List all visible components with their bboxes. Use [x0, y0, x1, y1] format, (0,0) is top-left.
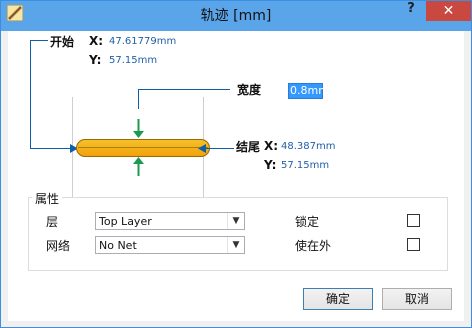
properties-group-title: 属性: [32, 190, 63, 207]
start-leader-vertical: [30, 40, 31, 149]
net-select[interactable]: No Net ▼: [95, 236, 245, 254]
end-y-value: 57.15mm: [281, 160, 330, 171]
start-leader-top: [30, 40, 48, 41]
layer-label: 层: [46, 215, 59, 229]
start-leader-bottom: [30, 148, 74, 149]
layer-select-value: Top Layer: [99, 215, 152, 228]
dialog-body: 开始 X: 47.61779mm Y: 57.15mm 宽度 0.8mm 结尾 …: [8, 31, 464, 321]
close-button[interactable]: ✕: [426, 1, 471, 21]
end-label: 结尾: [236, 140, 261, 154]
start-x-label: X:: [89, 34, 104, 48]
width-arrow-down-icon: [133, 119, 144, 138]
ok-button[interactable]: 确定: [303, 288, 373, 310]
start-label: 开始: [50, 35, 75, 49]
properties-group: [28, 197, 448, 271]
track-preview: [76, 139, 210, 157]
width-input[interactable]: 0.8mm: [288, 83, 329, 99]
width-arrow-up-icon: [133, 157, 144, 176]
net-label: 网络: [46, 239, 71, 253]
end-y-label: Y:: [264, 158, 277, 172]
title-bar[interactable]: 轨迹 [mm] ? ✕: [1, 1, 471, 31]
chevron-down-icon[interactable]: ▼: [227, 213, 244, 229]
start-y-label: Y:: [89, 53, 102, 67]
start-y-value: 57.15mm: [109, 55, 158, 66]
help-button[interactable]: ?: [404, 1, 418, 16]
track-centerline: [78, 147, 208, 148]
window-title: 轨迹 [mm]: [200, 8, 272, 24]
cancel-button[interactable]: 取消: [382, 288, 452, 310]
layer-select[interactable]: Top Layer ▼: [95, 212, 245, 230]
track-dialog: 轨迹 [mm] ? ✕ 开始 X: 47.61779mm Y: 57.15mm …: [0, 0, 472, 328]
locked-label: 锁定: [295, 215, 320, 229]
locked-checkbox[interactable]: [407, 214, 420, 227]
width-label: 宽度: [237, 83, 262, 97]
width-leader-horizontal: [138, 89, 230, 90]
chevron-down-icon[interactable]: ▼: [227, 237, 244, 253]
net-select-value: No Net: [99, 239, 137, 252]
end-x-value: 48.387mm: [281, 141, 336, 152]
end-leader: [204, 148, 234, 149]
keepout-label: 使在外: [295, 239, 332, 253]
end-x-label: X:: [264, 139, 279, 153]
width-leader-vertical: [138, 89, 139, 109]
keepout-checkbox[interactable]: [407, 238, 420, 251]
start-x-value: 47.61779mm: [109, 36, 177, 47]
